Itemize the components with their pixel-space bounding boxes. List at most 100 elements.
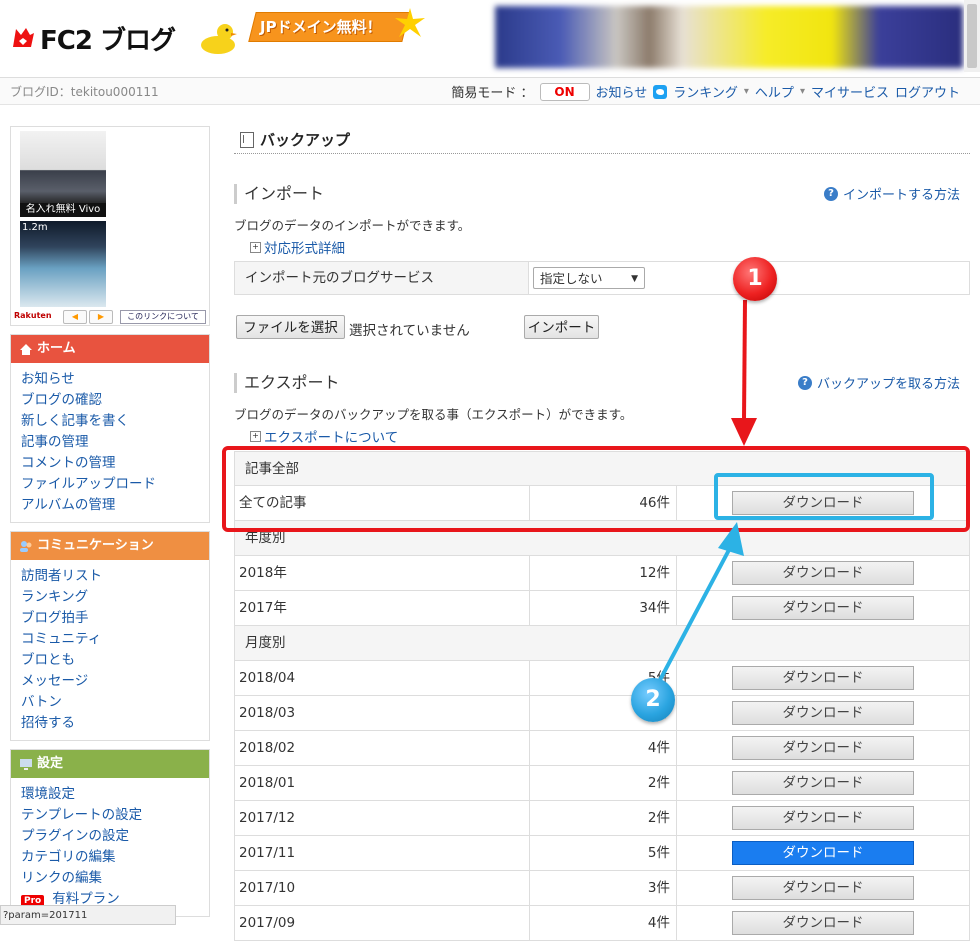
page-scrollbar[interactable] [964, 0, 980, 72]
export-about-link[interactable]: + エクスポートについて [250, 426, 398, 446]
main-content: バックアップ インポート ? インポートする方法 ブログのデータのインポートがで… [234, 126, 970, 941]
nav-help[interactable]: ヘルプ [755, 82, 794, 101]
nav-ranking[interactable]: ランキング [673, 82, 738, 101]
sidebar-item-file-upload[interactable]: ファイルアップロード [21, 476, 156, 492]
logo-text: FC2 ブログ [40, 25, 176, 56]
people-icon [20, 540, 32, 552]
sidebar-item-message[interactable]: メッセージ [21, 673, 88, 689]
import-format-detail-link[interactable]: + 対応形式詳細 [250, 237, 345, 257]
group-year-header: 年度別 [234, 521, 970, 556]
choose-file-button[interactable]: ファイルを選択 [236, 315, 345, 339]
sidebar-item-edit-category[interactable]: カテゴリの編集 [21, 849, 116, 865]
export-table: 記事全部 全ての記事 46件 ダウンロード 年度別 2018年 12件 ダウンロ… [234, 451, 970, 941]
sidebar-item-burotomo[interactable]: ブロとも [21, 652, 75, 668]
table-row: 全ての記事 46件 ダウンロード [234, 486, 970, 521]
import-button[interactable]: インポート [524, 315, 599, 339]
download-button[interactable]: ダウンロード [732, 561, 914, 585]
about-link-button[interactable]: このリンクについて [120, 310, 206, 324]
sidebar-item-env-settings[interactable]: 環境設定 [21, 786, 75, 802]
sidebar-ad: 名入れ無料 Vivo 1.2m Rakuten ◀ ▶ このリンクについて [10, 126, 210, 326]
table-row: 2017/09 4件 ダウンロード [234, 906, 970, 941]
ad-banner[interactable] [495, 6, 963, 68]
download-button[interactable]: ダウンロード [732, 911, 914, 935]
help-icon: ? [797, 375, 812, 390]
sidebar-item-edit-links[interactable]: リンクの編集 [21, 870, 102, 886]
sidebar-item-template-settings[interactable]: テンプレートの設定 [21, 807, 142, 823]
download-button[interactable]: ダウンロード [732, 876, 914, 900]
plus-icon: + [250, 241, 261, 253]
ad-next-button[interactable]: ▶ [89, 310, 113, 324]
dropdown-dot-icon: ▾ [743, 86, 749, 97]
download-button[interactable]: ダウンロード [732, 666, 914, 690]
export-description: ブログのデータのバックアップを取る事（エクスポート）ができます。 [234, 407, 633, 422]
simple-mode-label: 簡易モード ： [451, 86, 534, 101]
table-row: 2018/04 5件 ダウンロード [234, 661, 970, 696]
sidebar-settings-header: 設定 [11, 750, 209, 778]
blog-id: ブログID：tekitou000111 [10, 85, 159, 99]
download-button[interactable]: ダウンロード [732, 806, 914, 830]
export-heading: エクスポート [234, 373, 340, 393]
top-nav: 簡易モード ： ON お知らせ ランキング ▾ ヘルプ ▾ マイサービス ログア… [451, 82, 960, 101]
table-row: 2017/11 5件 ダウンロード [234, 836, 970, 871]
download-button-hovered[interactable]: ダウンロード [732, 841, 914, 865]
duck-icon [201, 24, 237, 54]
import-heading: インポート [234, 184, 324, 204]
sidebar-item-invite[interactable]: 招待する [21, 715, 75, 731]
sidebar-item-blog-clap[interactable]: ブログ拍手 [21, 610, 89, 626]
download-all-button[interactable]: ダウンロード [732, 491, 914, 515]
simple-mode-toggle[interactable]: ON [539, 82, 590, 101]
ad-prev-button[interactable]: ◀ [63, 310, 87, 324]
import-help-link[interactable]: ? インポートする方法 [823, 184, 960, 203]
import-source-select[interactable]: 指定しない ▼ [533, 267, 645, 289]
sidebar-item-new-post[interactable]: 新しく記事を書く [21, 413, 129, 429]
dropdown-dot-icon: ▾ [799, 86, 805, 97]
import-description: ブログのデータのインポートができます。 [234, 218, 471, 233]
table-row: 2017年 34件 ダウンロード [234, 591, 970, 626]
sidebar-item-ranking[interactable]: ランキング [21, 589, 88, 605]
sidebar-home-header: ホーム [11, 335, 209, 363]
file-status: 選択されていません [349, 323, 470, 339]
nav-logout[interactable]: ログアウト [895, 82, 960, 101]
sidebar-item-baton[interactable]: バトン [21, 694, 62, 710]
sidebar-item-community[interactable]: コミュニティ [21, 631, 101, 647]
monitor-icon [20, 758, 32, 770]
table-row: 2017/10 3件 ダウンロード [234, 871, 970, 906]
annotation-badge-2: 2 [631, 678, 675, 722]
table-row: 2018/03 4件 ダウンロード [234, 696, 970, 731]
fox-logo-icon [13, 28, 34, 47]
nav-my-service[interactable]: マイサービス [811, 82, 889, 101]
fc2-blog-logo[interactable]: FC2 ブログ [10, 18, 176, 58]
sidebar-settings: 設定 環境設定 テンプレートの設定 プラグインの設定 カテゴリの編集 リンクの編… [10, 749, 210, 917]
sidebar-item-notice[interactable]: お知らせ [21, 371, 75, 387]
download-button[interactable]: ダウンロード [732, 771, 914, 795]
rakuten-logo: Rakuten [14, 311, 52, 320]
import-source-row: インポート元のブログサービス 指定しない ▼ [234, 261, 970, 295]
download-button[interactable]: ダウンロード [732, 596, 914, 620]
twitter-icon[interactable] [653, 84, 668, 99]
subbar: ブログID：tekitou000111 簡易モード ： ON お知らせ ランキン… [0, 78, 980, 105]
import-source-label: インポート元のブログサービス [235, 262, 529, 294]
plus-icon: + [250, 430, 261, 442]
sidebar-item-manage-comments[interactable]: コメントの管理 [21, 455, 116, 471]
sidebar-item-view-blog[interactable]: ブログの確認 [21, 392, 102, 408]
ad-image-koinobori[interactable]: 1.2m [20, 221, 106, 307]
nav-notice[interactable]: お知らせ [596, 82, 648, 101]
sidebar-home: ホーム お知らせ ブログの確認 新しく記事を書く 記事の管理 コメントの管理 フ… [10, 334, 210, 523]
export-help-link[interactable]: ? バックアップを取る方法 [797, 373, 960, 392]
download-button[interactable]: ダウンロード [732, 736, 914, 760]
sidebar-communication: コミュニケーション 訪問者リスト ランキング ブログ拍手 コミュニティ ブロとも… [10, 531, 210, 741]
jp-domain-promo[interactable]: JPドメイン無料！ [244, 8, 434, 50]
sidebar-item-manage-posts[interactable]: 記事の管理 [21, 434, 89, 450]
sidebar-item-manage-album[interactable]: アルバムの管理 [21, 497, 115, 513]
header: FC2 ブログ JPドメイン無料！ [0, 0, 980, 78]
sidebar-item-plugin-settings[interactable]: プラグインの設定 [21, 828, 129, 844]
promo-text: JPドメイン無料！ [260, 18, 382, 36]
group-month-header: 月度別 [234, 626, 970, 661]
status-url: ?param=201711 [0, 905, 176, 925]
download-button[interactable]: ダウンロード [732, 701, 914, 725]
sidebar-communication-header: コミュニケーション [11, 532, 209, 560]
sidebar-item-visitors[interactable]: 訪問者リスト [21, 568, 102, 584]
ad-image-pens[interactable]: 名入れ無料 Vivo [20, 131, 106, 217]
star-burst-icon [395, 8, 425, 37]
help-icon: ? [823, 186, 838, 201]
